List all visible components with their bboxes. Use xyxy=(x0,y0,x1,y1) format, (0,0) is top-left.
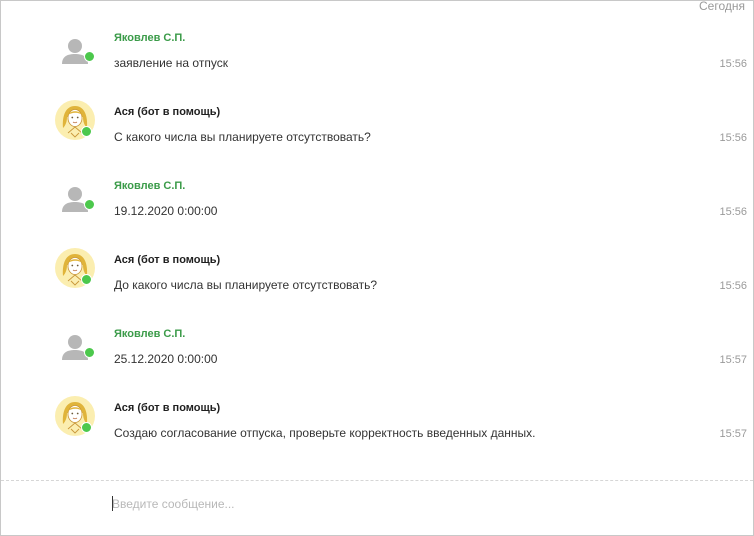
composer-divider xyxy=(1,480,753,481)
message-time: 15:56 xyxy=(719,206,747,218)
online-status-dot xyxy=(81,422,92,433)
message-text: До какого числа вы планируете отсутствов… xyxy=(114,278,378,292)
message-row: Ася (бот в помощь) С какого числа вы пла… xyxy=(1,100,753,169)
avatar-user xyxy=(54,33,96,75)
avatar-bot xyxy=(54,395,96,437)
message-text: заявление на отпуск xyxy=(114,56,228,70)
message-row: Яковлев С.П. 19.12.2020 0:00:00 15:56 xyxy=(1,180,753,243)
message-row: Ася (бот в помощь) Создаю согласование о… xyxy=(1,396,753,465)
message-text: 19.12.2020 0:00:00 xyxy=(114,204,218,218)
avatar-user xyxy=(54,329,96,371)
message-author: Яковлев С.П. xyxy=(114,328,186,340)
message-author: Ася (бот в помощь) xyxy=(114,106,221,118)
message-time: 15:56 xyxy=(719,132,747,144)
avatar-bot xyxy=(54,247,96,289)
message-row: Яковлев С.П. 25.12.2020 0:00:00 15:57 xyxy=(1,328,753,391)
online-status-dot xyxy=(84,51,95,62)
online-status-dot xyxy=(84,347,95,358)
chat-window: Сегодня Яковлев С.П. заявление на отпуск… xyxy=(0,0,754,536)
online-status-dot xyxy=(81,126,92,137)
message-time: 15:56 xyxy=(719,58,747,70)
message-author: Ася (бот в помощь) xyxy=(114,402,221,414)
online-status-dot xyxy=(84,199,95,210)
message-time: 15:57 xyxy=(719,354,747,366)
message-row: Яковлев С.П. заявление на отпуск 15:56 xyxy=(1,32,753,95)
message-text: 25.12.2020 0:00:00 xyxy=(114,352,218,366)
message-text: С какого числа вы планируете отсутствова… xyxy=(114,130,371,144)
message-time: 15:56 xyxy=(719,280,747,292)
avatar-user xyxy=(54,181,96,223)
online-status-dot xyxy=(81,274,92,285)
message-author: Яковлев С.П. xyxy=(114,180,186,192)
message-author: Яковлев С.П. xyxy=(114,32,186,44)
date-separator: Сегодня xyxy=(699,0,745,13)
message-author: Ася (бот в помощь) xyxy=(114,254,221,266)
message-text: Создаю согласование отпуска, проверьте к… xyxy=(114,426,536,440)
avatar-bot xyxy=(54,99,96,141)
message-input[interactable] xyxy=(110,495,712,513)
message-row: Ася (бот в помощь) До какого числа вы пл… xyxy=(1,248,753,317)
message-composer[interactable] xyxy=(110,495,712,513)
message-time: 15:57 xyxy=(719,428,747,440)
